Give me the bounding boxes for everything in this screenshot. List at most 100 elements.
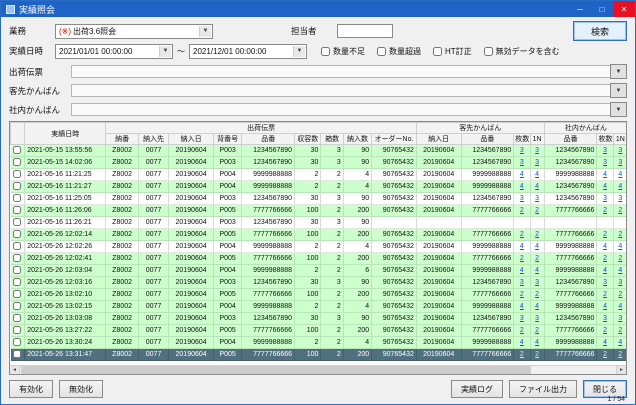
kanban-count-link[interactable]: 4 [520,243,524,250]
table-row[interactable]: 2021-05-26 12:03:04Z8002007720190604P004… [11,265,628,277]
kanban-count-link[interactable]: 2 [618,231,622,238]
checkbox-shortage[interactable]: 数量不足 [321,46,365,57]
table-row[interactable]: 2021-05-26 13:27:22Z8002007720190604P005… [11,325,628,337]
staff-input[interactable] [337,24,393,38]
kanban-count-link[interactable]: 2 [603,327,607,334]
column-header[interactable]: 品番 [461,134,514,145]
table-row[interactable]: 2021-05-15 14:02:06Z8002007720190604P003… [11,157,628,169]
table-row[interactable]: 2021-05-26 13:31:47Z8002007720190604P005… [11,349,628,361]
column-header[interactable]: 品番 [242,134,295,145]
kanban-count-link[interactable]: 3 [603,315,607,322]
table-row[interactable]: 2021-05-16 11:26:21Z8002007720190604P003… [11,217,628,229]
table-row[interactable]: 2021-05-26 12:02:26Z8002007720190604P004… [11,241,628,253]
kanban-count-link[interactable]: 3 [520,195,524,202]
kanban-count-link[interactable]: 3 [535,159,539,166]
column-header[interactable]: 納入数 [343,134,371,145]
kanban-count-link[interactable]: 3 [520,315,524,322]
kanban-count-link[interactable]: 2 [535,327,539,334]
kanban-count-link[interactable]: 3 [535,279,539,286]
kanban-count-link[interactable]: 2 [603,291,607,298]
row-checkbox[interactable] [13,290,21,298]
row-checkbox[interactable] [13,302,21,310]
row-checkbox[interactable] [13,350,21,358]
column-header[interactable]: 収容数 [295,134,321,145]
include-invalid-checkbox[interactable] [484,47,493,56]
chevron-down-icon[interactable]: ▼ [610,102,627,117]
kanban-count-link[interactable]: 4 [618,267,622,274]
table-row[interactable]: 2021-05-26 13:03:08Z8002007720190604P003… [11,313,628,325]
kanban-count-link[interactable]: 3 [603,279,607,286]
filter-field[interactable] [71,65,610,78]
table-row[interactable]: 2021-05-26 13:02:15Z8002007720190604P004… [11,301,628,313]
kanban-count-link[interactable]: 4 [603,243,607,250]
result-log-button[interactable]: 実績ログ [451,380,503,398]
disable-button[interactable]: 無効化 [59,380,103,398]
kanban-count-link[interactable]: 4 [520,183,524,190]
kanban-count-link[interactable]: 2 [618,207,622,214]
kanban-count-link[interactable]: 4 [535,183,539,190]
row-checkbox[interactable] [13,266,21,274]
scroll-left-icon[interactable]: ◄ [10,366,20,374]
column-header[interactable]: 実績日時 [25,123,106,145]
scroll-right-icon[interactable]: ► [616,366,626,374]
table-row[interactable]: 2021-05-26 12:02:41Z8002007720190604P005… [11,253,628,265]
checkbox-include-invalid[interactable]: 無効データを含む [484,46,560,57]
row-checkbox[interactable] [13,254,21,262]
date-from-picker[interactable]: 2021/01/01 00:00:00 ▼ [55,44,173,59]
scrollbar-thumb[interactable] [21,366,531,374]
row-checkbox[interactable] [13,206,21,214]
kanban-count-link[interactable]: 4 [535,303,539,310]
kanban-count-link[interactable]: 4 [603,303,607,310]
kanban-count-link[interactable]: 3 [618,159,622,166]
column-header[interactable]: 1N [530,134,544,145]
kanban-count-link[interactable]: 3 [618,315,622,322]
kanban-count-link[interactable]: 2 [618,351,622,358]
kanban-count-link[interactable]: 3 [535,195,539,202]
kanban-count-link[interactable]: 4 [603,267,607,274]
column-header[interactable]: 枚数 [597,134,613,145]
kanban-count-link[interactable]: 2 [520,207,524,214]
row-checkbox[interactable] [13,218,21,226]
enable-button[interactable]: 有効化 [9,380,53,398]
row-checkbox[interactable] [13,326,21,334]
kanban-count-link[interactable]: 4 [618,171,622,178]
kanban-count-link[interactable]: 4 [618,183,622,190]
column-header[interactable]: 枚数 [514,134,530,145]
kanban-count-link[interactable]: 2 [535,291,539,298]
table-row[interactable]: 2021-05-16 11:25:05Z8002007720190604P003… [11,193,628,205]
kanban-count-link[interactable]: 4 [603,183,607,190]
kanban-count-link[interactable]: 4 [520,303,524,310]
kanban-count-link[interactable]: 3 [618,147,622,154]
column-header[interactable]: 納入日 [169,134,214,145]
row-checkbox[interactable] [13,158,21,166]
kanban-count-link[interactable]: 3 [535,147,539,154]
kanban-count-link[interactable]: 4 [535,171,539,178]
kanban-count-link[interactable]: 3 [618,195,622,202]
excess-checkbox[interactable] [377,47,386,56]
business-select[interactable]: (※) 出荷3.6照会 ▼ [55,24,213,39]
column-header[interactable]: 品番 [544,134,597,145]
close-icon[interactable]: ✕ [613,1,635,17]
kanban-count-link[interactable]: 2 [535,351,539,358]
column-header[interactable]: 納番 [106,134,138,145]
row-checkbox[interactable] [13,146,21,154]
column-header[interactable]: 納入先 [138,134,168,145]
file-export-button[interactable]: ファイル出力 [509,380,577,398]
kanban-count-link[interactable]: 4 [520,339,524,346]
row-checkbox[interactable] [13,170,21,178]
table-row[interactable]: 2021-05-26 13:02:10Z8002007720190604P005… [11,289,628,301]
kanban-count-link[interactable]: 2 [535,231,539,238]
kanban-count-link[interactable]: 3 [603,195,607,202]
kanban-count-link[interactable]: 4 [618,243,622,250]
maximize-button[interactable]: □ [591,1,613,17]
row-checkbox[interactable] [13,314,21,322]
column-header[interactable]: オーダーNo. [372,134,417,145]
kanban-count-link[interactable]: 2 [520,351,524,358]
kanban-count-link[interactable]: 2 [603,207,607,214]
kanban-count-link[interactable]: 4 [535,267,539,274]
kanban-count-link[interactable]: 2 [603,231,607,238]
kanban-count-link[interactable]: 2 [603,351,607,358]
kanban-count-link[interactable]: 2 [520,231,524,238]
kanban-count-link[interactable]: 3 [520,279,524,286]
kanban-count-link[interactable]: 4 [520,171,524,178]
